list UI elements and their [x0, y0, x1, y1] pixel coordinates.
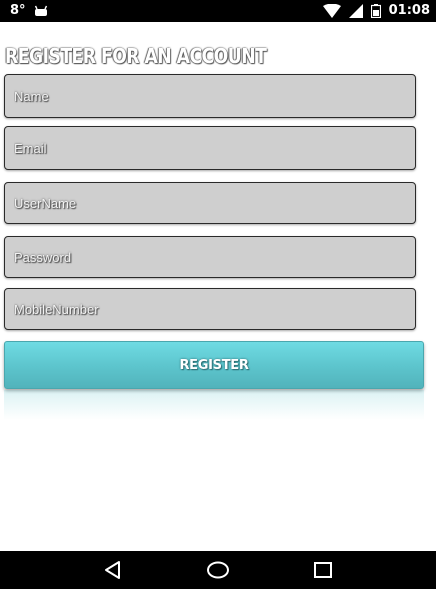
page-title: REGISTER FOR AN ACCOUNT — [5, 44, 267, 68]
status-right: 01:08 — [322, 0, 430, 22]
back-icon[interactable] — [93, 553, 133, 587]
signal-icon — [348, 4, 363, 18]
recents-icon[interactable] — [303, 553, 343, 587]
battery-icon — [370, 4, 381, 18]
button-reflection — [4, 390, 424, 420]
navigation-bar — [0, 551, 436, 589]
username-field[interactable] — [4, 182, 416, 224]
register-button[interactable]: REGISTER — [4, 341, 424, 389]
home-icon[interactable] — [198, 553, 238, 587]
clock-text: 01:08 — [388, 3, 430, 18]
android-icon — [34, 5, 48, 17]
status-left: 8° — [10, 0, 48, 22]
temperature-text: 8° — [10, 3, 26, 18]
mobile-number-field[interactable] — [4, 288, 416, 330]
register-screen: 8° 01:08 REGISTER FOR AN ACCOUNT Name Em… — [0, 0, 436, 589]
email-field[interactable] — [4, 126, 416, 170]
wifi-icon — [322, 4, 341, 18]
status-bar: 8° 01:08 — [0, 0, 436, 22]
name-field[interactable] — [4, 74, 416, 118]
password-field[interactable] — [4, 236, 416, 278]
